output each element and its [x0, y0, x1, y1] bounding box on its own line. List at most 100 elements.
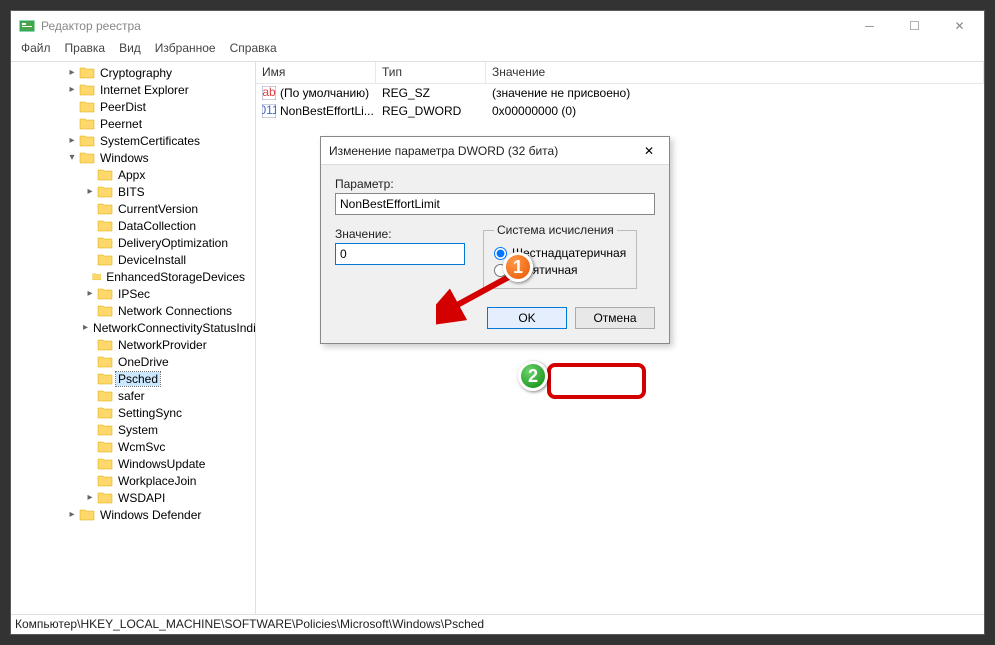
menu-help[interactable]: Справка	[230, 41, 277, 61]
tree-item[interactable]: WindowsUpdate	[11, 455, 255, 472]
value-data: (значение не присвоено)	[486, 86, 984, 100]
minimize-button[interactable]: ─	[847, 12, 892, 40]
tree-item-label: NetworkConnectivityStatusIndicator	[91, 321, 256, 335]
value-type: REG_DWORD	[376, 104, 486, 118]
tree-item-label: NetworkProvider	[116, 338, 209, 352]
tree-item[interactable]: ▸ Cryptography	[11, 64, 255, 81]
expander-icon[interactable]: ▸	[83, 322, 88, 333]
value-name: NonBestEffortLi...	[280, 104, 374, 118]
tree-item[interactable]: ▸ Windows Defender	[11, 506, 255, 523]
tree-item[interactable]: WorkplaceJoin	[11, 472, 255, 489]
titlebar: Редактор реестра ─ ☐ ✕	[11, 11, 984, 41]
annotation-badge-2: 2	[518, 361, 548, 391]
svg-text:011: 011	[262, 104, 276, 117]
tree-item-label: SystemCertificates	[98, 134, 202, 148]
tree-item[interactable]: PeerDist	[11, 98, 255, 115]
tree-item-label: OneDrive	[116, 355, 171, 369]
window-title: Редактор реестра	[41, 19, 847, 33]
tree-item[interactable]: OneDrive	[11, 353, 255, 370]
values-pane: Имя Тип Значение ab (По умолчанию) REG_SZ(…	[256, 62, 984, 614]
tree-item[interactable]: Network Connections	[11, 302, 255, 319]
cancel-button[interactable]: Отмена	[575, 307, 655, 329]
menu-favorites[interactable]: Избранное	[155, 41, 216, 61]
registry-editor-window: Редактор реестра ─ ☐ ✕ Файл Правка Вид И…	[10, 10, 985, 635]
tree-item-label: DataCollection	[116, 219, 198, 233]
value-row[interactable]: ab (По умолчанию) REG_SZ(значение не присв…	[256, 84, 984, 102]
tree-pane[interactable]: ▸ Cryptography ▸ Internet Explorer PeerDist P…	[11, 62, 256, 614]
value-input[interactable]	[335, 243, 465, 265]
tree-item[interactable]: Psched	[11, 370, 255, 387]
tree-item-label: Internet Explorer	[98, 83, 191, 97]
close-button[interactable]: ✕	[937, 12, 982, 40]
col-name[interactable]: Имя	[256, 62, 376, 83]
tree-item-label: WindowsUpdate	[116, 457, 207, 471]
value-label: Значение:	[335, 227, 465, 241]
tree-item-label: Psched	[116, 372, 160, 386]
expander-icon[interactable]: ▸	[83, 288, 97, 299]
expander-icon[interactable]: ▸	[65, 67, 79, 78]
maximize-button[interactable]: ☐	[892, 12, 937, 40]
dialog-titlebar: Изменение параметра DWORD (32 бита) ✕	[321, 137, 669, 165]
tree-item[interactable]: safer	[11, 387, 255, 404]
tree-item-label: WcmSvc	[116, 440, 167, 454]
list-rows: ab (По умолчанию) REG_SZ(значение не присв…	[256, 84, 984, 120]
expander-icon[interactable]: ▸	[65, 509, 79, 520]
value-row[interactable]: 011NonBestEffortLi...REG_DWORD0x00000000…	[256, 102, 984, 120]
tree-item[interactable]: DataCollection	[11, 217, 255, 234]
col-type[interactable]: Тип	[376, 62, 486, 83]
tree-item-label: DeviceInstall	[116, 253, 188, 267]
svg-text:ab: ab	[262, 86, 276, 99]
edit-dword-dialog: Изменение параметра DWORD (32 бита) ✕ Па…	[320, 136, 670, 344]
tree-item-label: IPSec	[116, 287, 152, 301]
dialog-title: Изменение параметра DWORD (32 бита)	[329, 144, 637, 158]
tree-item[interactable]: System	[11, 421, 255, 438]
tree-item[interactable]: Peernet	[11, 115, 255, 132]
tree-item[interactable]: ▾Windows	[11, 149, 255, 166]
tree-item[interactable]: SettingSync	[11, 404, 255, 421]
tree-item[interactable]: DeliveryOptimization	[11, 234, 255, 251]
tree-item[interactable]: NetworkProvider	[11, 336, 255, 353]
tree-item[interactable]: ▸ IPSec	[11, 285, 255, 302]
expander-icon[interactable]: ▸	[83, 492, 97, 503]
list-header: Имя Тип Значение	[256, 62, 984, 84]
registry-tree: ▸ Cryptography ▸ Internet Explorer PeerDist P…	[11, 64, 255, 523]
tree-item[interactable]: WcmSvc	[11, 438, 255, 455]
expander-icon[interactable]: ▾	[65, 152, 79, 163]
tree-item-label: Appx	[116, 168, 147, 182]
tree-item[interactable]: CurrentVersion	[11, 200, 255, 217]
tree-item[interactable]: ▸ WSDAPI	[11, 489, 255, 506]
tree-item-label: SettingSync	[116, 406, 184, 420]
value-name: (По умолчанию)	[280, 86, 369, 100]
tree-item[interactable]: ▸BITS	[11, 183, 255, 200]
param-label: Параметр:	[335, 177, 655, 191]
value-type-icon: ab	[262, 86, 276, 100]
dialog-close-button[interactable]: ✕	[637, 144, 661, 158]
menu-file[interactable]: Файл	[21, 41, 51, 61]
tree-item[interactable]: ▸ Internet Explorer	[11, 81, 255, 98]
tree-item-label: Windows Defender	[98, 508, 203, 522]
tree-item-label: PeerDist	[98, 100, 148, 114]
annotation-ring-ok	[547, 363, 646, 399]
expander-icon[interactable]: ▸	[65, 84, 79, 95]
tree-item-label: Cryptography	[98, 66, 174, 80]
content-area: ▸ Cryptography ▸ Internet Explorer PeerDist P…	[11, 61, 984, 614]
menu-view[interactable]: Вид	[119, 41, 141, 61]
tree-item-label: EnhancedStorageDevices	[104, 270, 247, 284]
tree-item-label: Peernet	[98, 117, 144, 131]
menu-edit[interactable]: Правка	[65, 41, 106, 61]
base-legend: Система исчисления	[494, 223, 617, 237]
col-value[interactable]: Значение	[486, 62, 984, 83]
param-input[interactable]	[335, 193, 655, 215]
value-type: REG_SZ	[376, 86, 486, 100]
expander-icon[interactable]: ▸	[83, 186, 97, 197]
tree-item[interactable]: DeviceInstall	[11, 251, 255, 268]
tree-item[interactable]: ▸NetworkConnectivityStatusIndicator	[11, 319, 255, 336]
tree-item[interactable]: EnhancedStorageDevices	[11, 268, 255, 285]
tree-item[interactable]: Appx	[11, 166, 255, 183]
tree-item[interactable]: ▸ SystemCertificates	[11, 132, 255, 149]
tree-item-label: Network Connections	[116, 304, 234, 318]
app-icon	[19, 18, 35, 34]
tree-item-label: WSDAPI	[116, 491, 167, 505]
annotation-badge-1: 1	[503, 252, 533, 282]
expander-icon[interactable]: ▸	[65, 135, 79, 146]
